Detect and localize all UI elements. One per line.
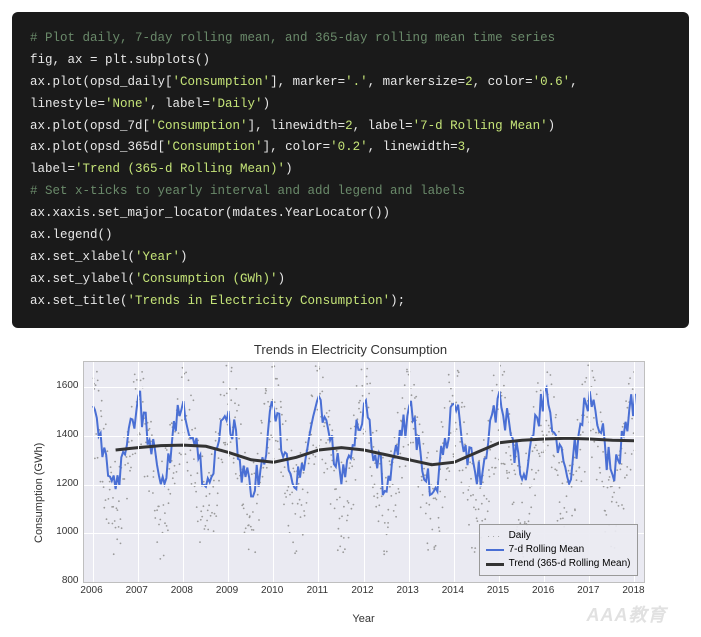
x-tick: 2013 <box>397 585 419 596</box>
y-axis-label: Consumption (GWh) <box>31 361 45 625</box>
x-ticks: 2006 2007 2008 2009 2010 2011 2012 2013 2014 2015… <box>83 583 643 597</box>
y-tick: 1400 <box>56 429 78 440</box>
x-tick: 2012 <box>351 585 373 596</box>
y-tick: 1600 <box>56 380 78 391</box>
x-axis-label: Year <box>83 613 645 625</box>
x-tick: 2009 <box>216 585 238 596</box>
x-tick: 2008 <box>171 585 193 596</box>
x-tick: 2011 <box>307 585 329 596</box>
x-tick: 2017 <box>577 585 599 596</box>
y-tick: 1000 <box>56 526 78 537</box>
plot-area: ··· Daily 7-d Rolling Mean Trend (365-d … <box>83 361 645 583</box>
x-tick: 2010 <box>261 585 283 596</box>
chart-title: Trends in Electricity Consumption <box>31 342 671 357</box>
x-tick: 2018 <box>622 585 644 596</box>
legend-item-daily: ··· Daily <box>486 529 631 543</box>
x-tick: 2015 <box>487 585 509 596</box>
chart-container: Trends in Electricity Consumption Consum… <box>31 342 671 625</box>
x-tick: 2016 <box>532 585 554 596</box>
x-tick: 2007 <box>126 585 148 596</box>
line-icon <box>486 549 504 551</box>
legend: ··· Daily 7-d Rolling Mean Trend (365-d … <box>479 524 638 576</box>
y-tick: 800 <box>62 575 79 586</box>
legend-label: Daily <box>509 529 531 543</box>
legend-label: Trend (365-d Rolling Mean) <box>509 557 631 571</box>
legend-item-7d: 7-d Rolling Mean <box>486 543 631 557</box>
x-tick: 2006 <box>80 585 102 596</box>
y-ticks: 8001000120014001600 <box>45 361 83 581</box>
code-block: # Plot daily, 7-day rolling mean, and 36… <box>12 12 689 328</box>
legend-label: 7-d Rolling Mean <box>509 543 585 557</box>
scatter-icon: ··· <box>486 530 504 543</box>
y-tick: 1200 <box>56 478 78 489</box>
line-icon <box>486 563 504 566</box>
legend-item-trend: Trend (365-d Rolling Mean) <box>486 557 631 571</box>
x-tick: 2014 <box>442 585 464 596</box>
